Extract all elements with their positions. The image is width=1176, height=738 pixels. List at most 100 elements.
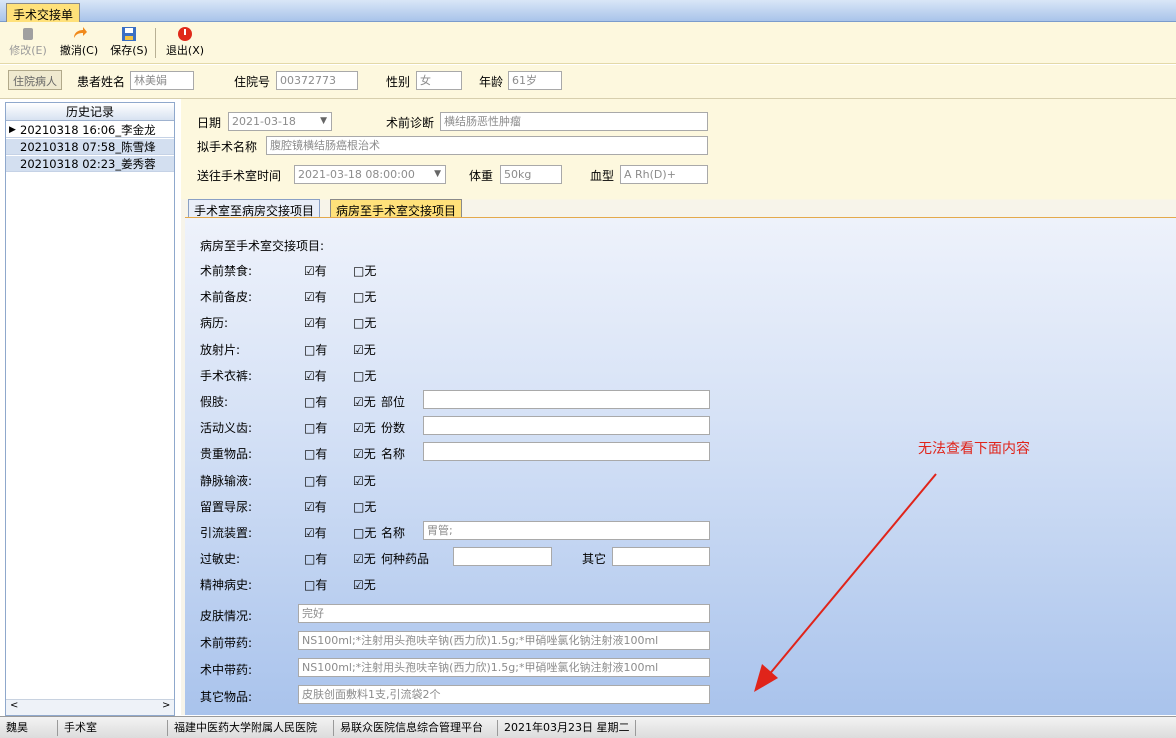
- no-checkbox[interactable]: ☑无: [353, 550, 376, 567]
- intraop-drug-field[interactable]: NS100ml;*注射用头孢呋辛钠(西力欣)1.5g;*甲硝唑氯化钠注射液100…: [298, 658, 710, 677]
- yes-checkbox[interactable]: □有: [304, 445, 327, 462]
- tab-ward-to-or[interactable]: 病房至手术室交接项目: [330, 199, 463, 218]
- no-checkbox[interactable]: ☑无: [353, 445, 376, 462]
- save-button[interactable]: 保存(S): [108, 24, 150, 62]
- yes-checkbox[interactable]: □有: [304, 419, 327, 436]
- no-label: 无: [364, 316, 377, 330]
- inpatient-button[interactable]: 住院病人: [8, 70, 62, 90]
- annotation-text: 无法查看下面内容: [918, 441, 1030, 457]
- modify-label: 修改(E): [9, 44, 47, 57]
- no-checkbox[interactable]: □无: [353, 288, 376, 305]
- date-picker[interactable]: 2021-03-18 ▼: [228, 112, 332, 131]
- history-row[interactable]: 20210318 02:23_姜秀蓉: [6, 156, 174, 172]
- extra-field[interactable]: [423, 442, 710, 461]
- yes-checkbox[interactable]: □有: [304, 550, 327, 567]
- send-time-value: 2021-03-18 08:00:00: [298, 168, 415, 181]
- patient-name-label: 患者姓名: [77, 75, 126, 89]
- history-row[interactable]: 20210318 07:58_陈雪烽: [6, 139, 174, 155]
- extra-field[interactable]: [423, 390, 710, 409]
- yes-checkbox[interactable]: ☑有: [304, 367, 327, 384]
- diagnosis-field[interactable]: 横结肠恶性肿瘤: [440, 112, 708, 131]
- yes-checkbox[interactable]: ☑有: [304, 524, 327, 541]
- history-panel: 历史记录 ▶ 20210318 16:06_李金龙 20210318 07:58…: [5, 102, 175, 716]
- status-date: 2021年03月23日 星期二: [500, 720, 636, 736]
- yes-label: 有: [314, 500, 327, 514]
- yes-checkbox[interactable]: □有: [304, 576, 327, 593]
- scroll-left-icon[interactable]: <: [10, 700, 18, 711]
- patient-info-bar: 住院病人 患者姓名 林美娟 住院号 00372773 性别 女 年龄 61岁: [0, 65, 1176, 99]
- skin-field[interactable]: 完好: [298, 604, 710, 623]
- no-label: 无: [364, 290, 377, 304]
- yes-checkbox[interactable]: ☑有: [304, 262, 327, 279]
- yes-checkbox[interactable]: ☑有: [304, 288, 327, 305]
- section-title: 病房至手术室交接项目:: [200, 239, 325, 253]
- age-field[interactable]: 61岁: [508, 71, 562, 90]
- item-label: 活动义齿:: [200, 421, 253, 435]
- other-items-field[interactable]: 皮肤创面敷料1支,引流袋2个: [298, 685, 710, 704]
- diagnosis-label: 术前诊断: [386, 116, 435, 130]
- no-label: 无: [363, 552, 376, 566]
- history-row[interactable]: ▶ 20210318 16:06_李金龙: [6, 122, 174, 138]
- yes-checkbox[interactable]: □有: [304, 393, 327, 410]
- checkbox-icon: ☑: [304, 264, 315, 278]
- no-checkbox[interactable]: □无: [353, 498, 376, 515]
- checkbox-icon: □: [304, 474, 316, 488]
- patient-name-field[interactable]: 林美娟: [130, 71, 194, 90]
- yes-label: 有: [314, 316, 327, 330]
- yes-checkbox[interactable]: □有: [304, 472, 327, 489]
- blood-type-field[interactable]: A Rh(D)+: [620, 165, 708, 184]
- extra-field[interactable]: [453, 547, 552, 566]
- extra-field[interactable]: 胃管;: [423, 521, 710, 540]
- no-checkbox[interactable]: ☑无: [353, 341, 376, 358]
- checkbox-icon: ☑: [353, 552, 364, 566]
- gender-field[interactable]: 女: [416, 71, 462, 90]
- yes-label: 有: [315, 395, 328, 409]
- no-checkbox[interactable]: □无: [353, 524, 376, 541]
- history-row-text: 20210318 02:23_姜秀蓉: [20, 157, 156, 171]
- checkbox-icon: ☑: [304, 500, 315, 514]
- cancel-button[interactable]: 撤消(C): [58, 24, 100, 62]
- no-checkbox[interactable]: ☑无: [353, 472, 376, 489]
- checkbox-icon: □: [304, 578, 316, 592]
- no-label: 无: [364, 500, 377, 514]
- power-icon: [178, 27, 192, 41]
- extra2-field[interactable]: [612, 547, 710, 566]
- horizontal-scrollbar[interactable]: < >: [6, 699, 174, 715]
- yes-checkbox[interactable]: ☑有: [304, 314, 327, 331]
- yes-checkbox[interactable]: □有: [304, 341, 327, 358]
- exit-button[interactable]: 退出(X): [160, 24, 210, 62]
- status-hospital: 福建中医药大学附属人民医院: [170, 720, 334, 736]
- no-checkbox[interactable]: ☑无: [353, 393, 376, 410]
- modify-button[interactable]: 修改(E): [8, 24, 48, 62]
- dropdown-arrow-icon: ▼: [320, 116, 327, 126]
- operation-name-field[interactable]: 腹腔镜横结肠癌根治术: [266, 136, 708, 155]
- tab-or-to-ward[interactable]: 手术室至病房交接项目: [188, 199, 321, 218]
- scroll-right-icon[interactable]: >: [162, 700, 170, 711]
- annotation-arrow-icon: [754, 473, 937, 692]
- send-time-picker[interactable]: 2021-03-18 08:00:00 ▼: [294, 165, 446, 184]
- checkbox-icon: ☑: [353, 343, 364, 357]
- item-label: 放射片:: [200, 343, 241, 357]
- checkbox-icon: □: [353, 316, 365, 330]
- no-checkbox[interactable]: ☑无: [353, 576, 376, 593]
- gender-label: 性别: [386, 75, 411, 89]
- preop-drug-field[interactable]: NS100ml;*注射用头孢呋辛钠(西力欣)1.5g;*甲硝唑氯化钠注射液100…: [298, 631, 710, 650]
- current-row-pointer-icon: ▶: [9, 125, 16, 135]
- tab-surgery-handover[interactable]: 手术交接单: [6, 3, 81, 22]
- extra-label: 何种药品: [381, 552, 430, 566]
- no-checkbox[interactable]: □无: [353, 367, 376, 384]
- extra-field[interactable]: [423, 416, 710, 435]
- save-disk-icon: [122, 27, 136, 41]
- yes-label: 有: [314, 526, 327, 540]
- no-label: 无: [363, 421, 376, 435]
- yes-label: 有: [314, 264, 327, 278]
- no-checkbox[interactable]: ☑无: [353, 419, 376, 436]
- checkbox-icon: □: [304, 421, 316, 435]
- checkbox-icon: ☑: [353, 578, 364, 592]
- weight-field[interactable]: 50kg: [500, 165, 562, 184]
- admission-number-field[interactable]: 00372773: [276, 71, 358, 90]
- no-checkbox[interactable]: □无: [353, 314, 376, 331]
- yes-checkbox[interactable]: ☑有: [304, 498, 327, 515]
- no-checkbox[interactable]: □无: [353, 262, 376, 279]
- exit-label: 退出(X): [165, 44, 205, 57]
